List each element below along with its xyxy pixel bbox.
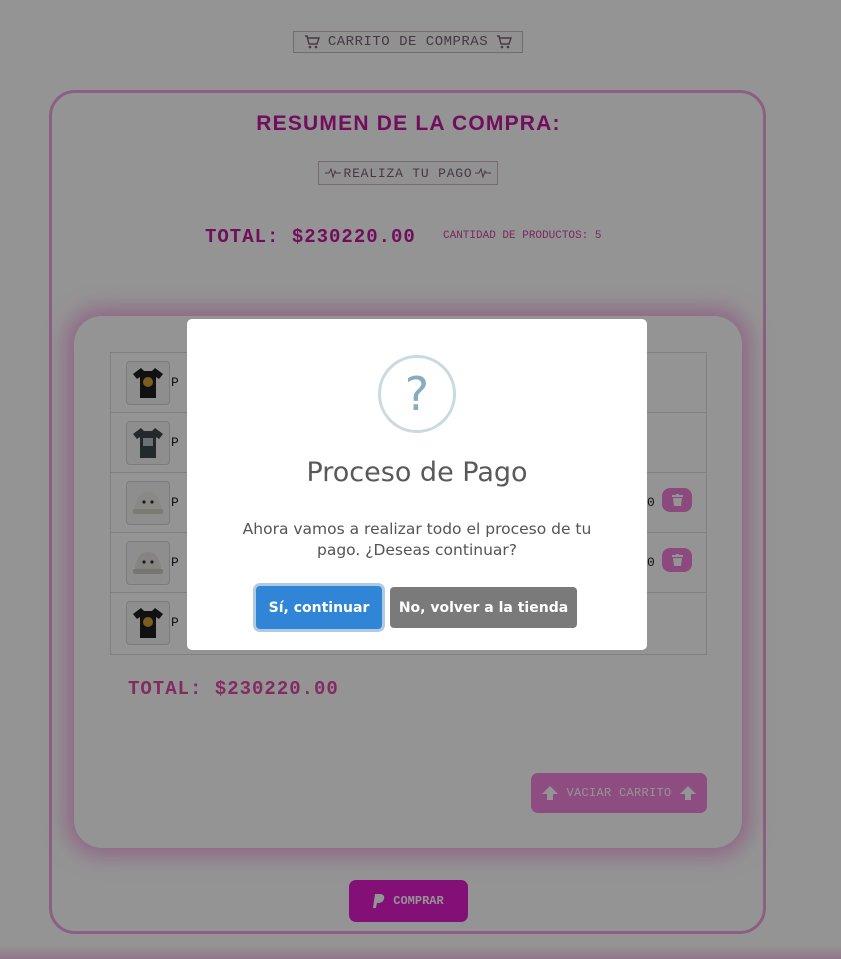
- dialog-message: Ahora vamos a realizar todo el proceso d…: [242, 520, 592, 559]
- page: CARRITO DE COMPRAS RESUMEN DE LA COMPRA:…: [0, 0, 841, 959]
- dialog-title: Proceso de Pago: [306, 457, 528, 488]
- cancel-button[interactable]: No, volver a la tienda: [390, 587, 577, 628]
- confirm-button[interactable]: Sí, continuar: [256, 586, 382, 629]
- question-icon: ?: [378, 355, 456, 433]
- question-glyph: ?: [404, 367, 430, 421]
- payment-dialog: ? Proceso de Pago Ahora vamos a realizar…: [187, 319, 647, 650]
